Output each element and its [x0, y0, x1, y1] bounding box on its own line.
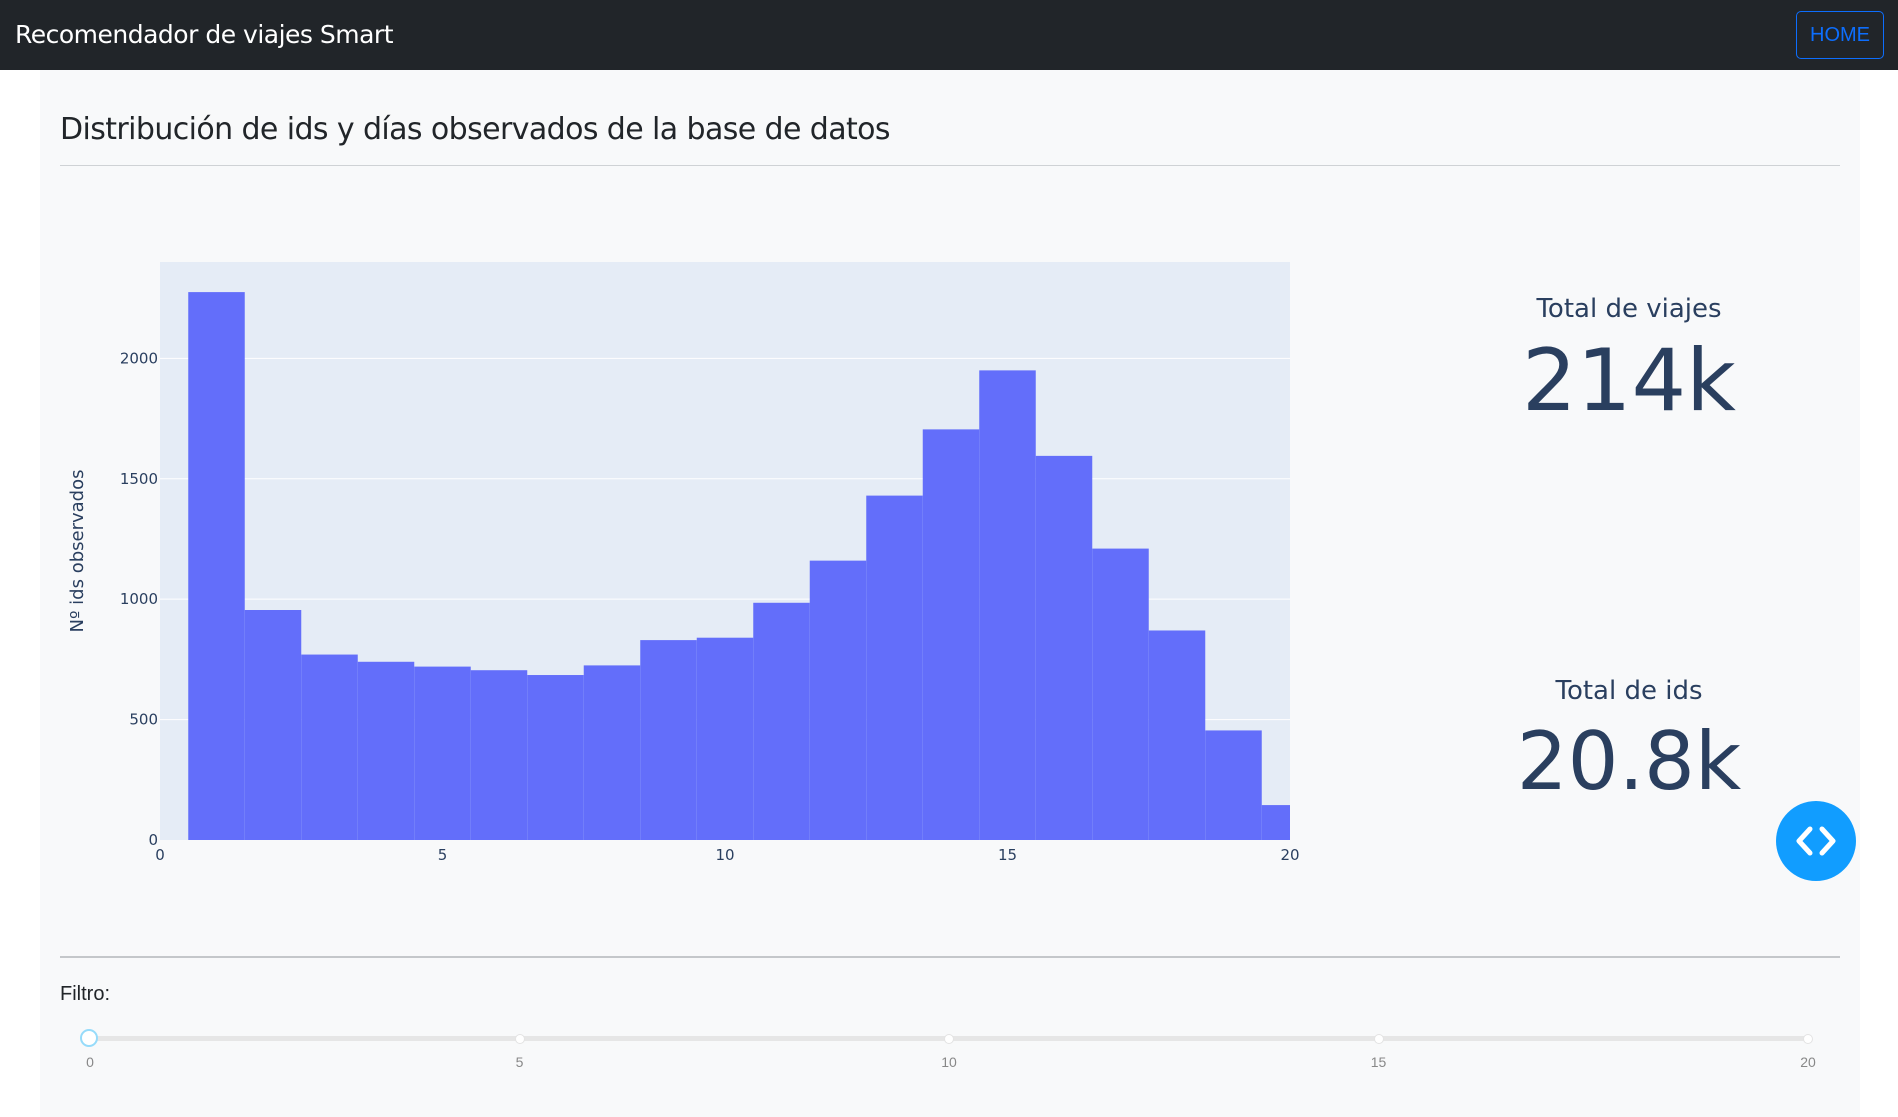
indicator-title: Total de viajes — [1536, 294, 1722, 324]
y-tick-label: 1500 — [120, 470, 158, 488]
slider-step-dot[interactable] — [1373, 1034, 1384, 1044]
indicator-title: Total de ids — [1555, 676, 1703, 706]
histogram-bar[interactable] — [809, 560, 867, 840]
indicator-value: 214k — [1522, 331, 1736, 431]
histogram-chart: 050010001500200005101520Nº de días obser… — [67, 262, 1300, 864]
code-toggle-button[interactable] — [1776, 801, 1856, 881]
histogram-bar[interactable] — [583, 665, 641, 840]
main-card: Distribución de ids y días observados de… — [40, 70, 1860, 1117]
app-title[interactable]: Recomendador de viajes Smart — [15, 20, 394, 49]
histogram-bar[interactable] — [1092, 548, 1149, 840]
histogram-bar[interactable] — [979, 370, 1036, 840]
indicator-total-ids: Total de ids 20.8k — [1429, 676, 1829, 802]
histogram-bar[interactable] — [922, 429, 980, 840]
y-tick-label: 2000 — [120, 349, 158, 367]
x-tick-label: 10 — [715, 846, 734, 864]
histogram-bar[interactable] — [414, 666, 471, 840]
navbar: Recomendador de viajes Smart HOME — [0, 0, 1898, 70]
slider-mark-label[interactable]: 0 — [70, 1054, 110, 1070]
indicator-total-viajes: Total de viajes 214k — [1429, 294, 1829, 424]
histogram-bar[interactable] — [696, 637, 754, 840]
divider-bottom — [60, 956, 1840, 958]
histogram-bar[interactable] — [1205, 730, 1262, 840]
histogram-bar[interactable] — [1035, 455, 1093, 840]
slider-mark-label[interactable]: 10 — [929, 1054, 969, 1070]
histogram-bar[interactable] — [470, 670, 528, 840]
histogram-bar[interactable] — [527, 675, 584, 840]
histogram-bar[interactable] — [866, 495, 923, 840]
histogram-bar[interactable] — [753, 602, 810, 840]
slider-step-dot[interactable] — [1803, 1034, 1813, 1044]
slider-step-dot[interactable] — [944, 1034, 954, 1044]
x-tick-label: 20 — [1280, 846, 1299, 864]
x-tick-label: 5 — [438, 846, 448, 864]
histogram-bar[interactable] — [357, 661, 415, 840]
indicator-value: 20.8k — [1516, 715, 1742, 808]
filter-label: Filtro: — [60, 983, 110, 1005]
slider-mark-label[interactable]: 15 — [1359, 1054, 1399, 1070]
x-tick-label: 0 — [155, 846, 165, 864]
code-icon — [1796, 826, 1836, 856]
y-tick-label: 500 — [129, 711, 158, 729]
histogram-bar[interactable] — [640, 640, 697, 840]
slider-step-dot[interactable] — [514, 1034, 525, 1044]
filter-slider-handle[interactable] — [80, 1029, 98, 1047]
slider-mark-label[interactable]: 20 — [1788, 1054, 1828, 1070]
home-button[interactable]: HOME — [1796, 11, 1884, 59]
y-axis-label: Nº ids observados — [67, 470, 88, 633]
histogram-bar[interactable] — [301, 654, 358, 840]
slider-mark-label[interactable]: 5 — [500, 1054, 540, 1070]
histogram-bar[interactable] — [1261, 805, 1290, 840]
histogram-bar[interactable] — [1148, 630, 1206, 840]
x-tick-label: 15 — [998, 846, 1017, 864]
histogram-bar[interactable] — [188, 292, 245, 840]
histogram-bar[interactable] — [244, 610, 302, 840]
y-tick-label: 1000 — [120, 590, 158, 608]
